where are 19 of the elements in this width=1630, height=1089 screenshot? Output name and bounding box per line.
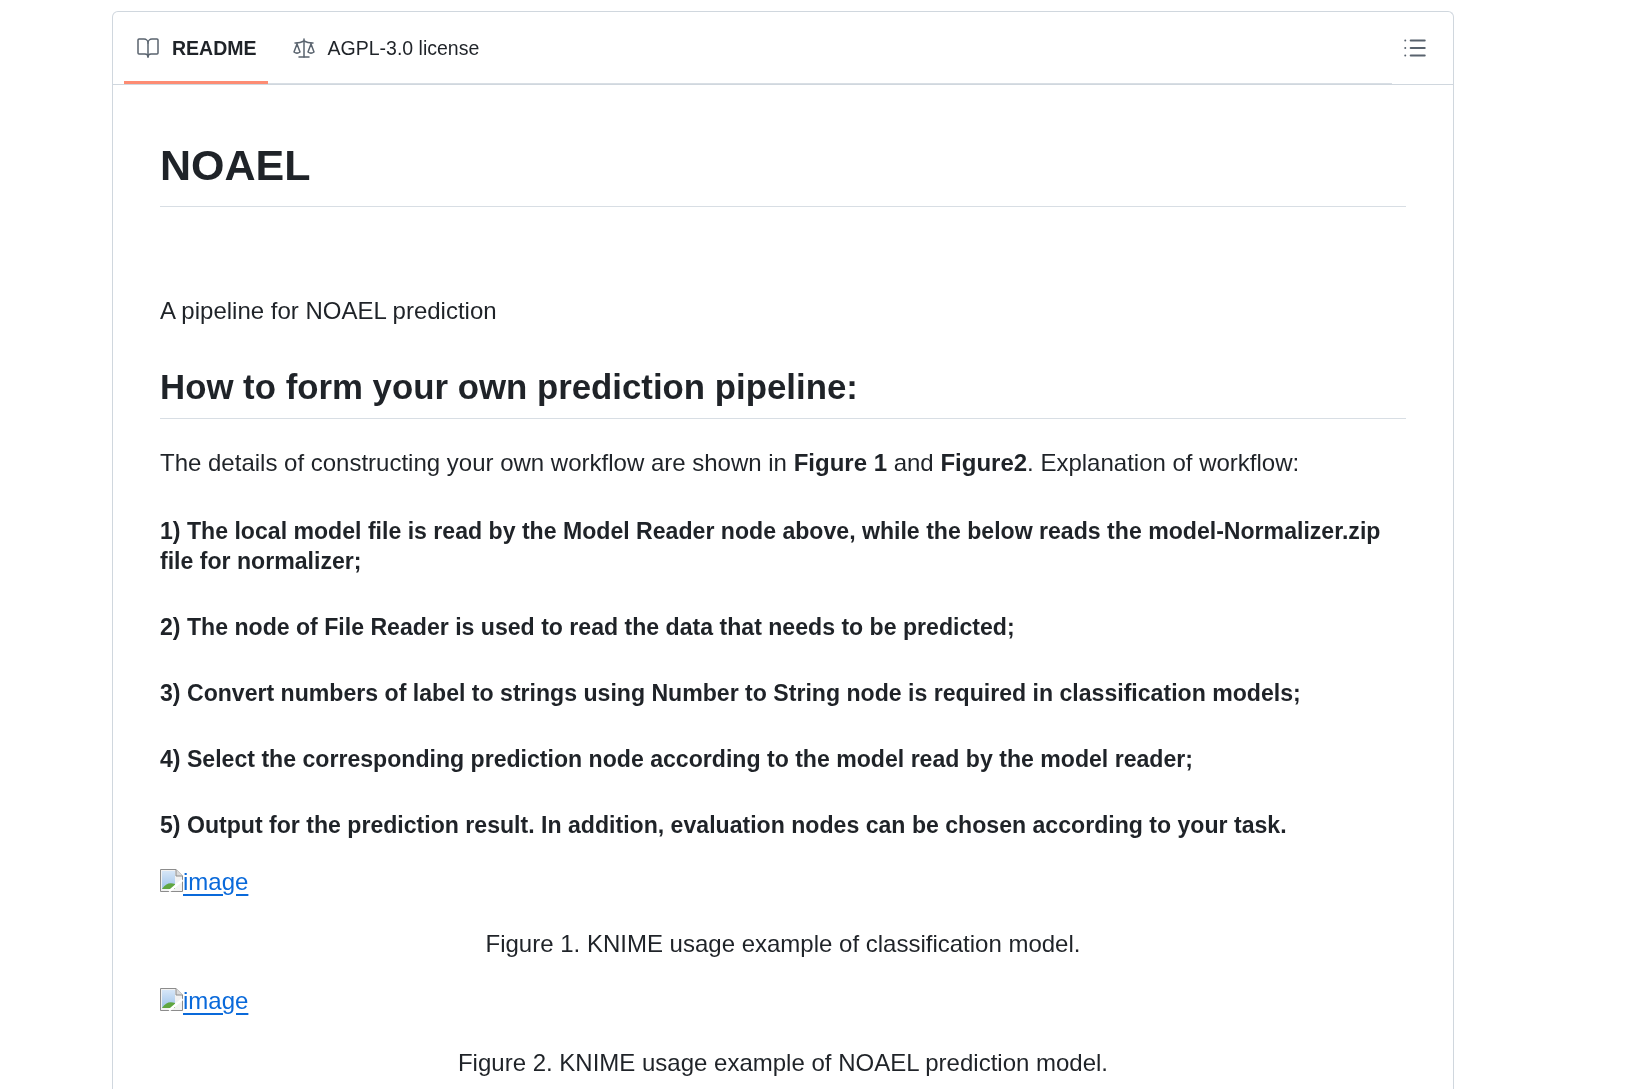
step-text: 1) The local model file is read by the Model Reader node above, while the below reads the model-Normalizer.zip file for normalizer; [160,517,1382,576]
figure-caption: Figure 2. KNIME usage example of NOAEL prediction model. [456,1048,1110,1078]
broken-image-icon [160,869,183,892]
step-text: 3) Convert numbers of label to strings using Number to String node is required in classification models; [160,679,1302,708]
figure-caption: Figure 1. KNIME usage example of classification model. [484,929,1082,959]
broken-image-icon [160,988,183,1011]
tab[interactable]: AGPL-3.0 license [279,12,491,84]
intro-text: A pipeline for NOAEL prediction [160,296,498,326]
book-icon [136,36,160,60]
image-link[interactable]: image [160,986,249,1016]
tab[interactable]: README [124,12,268,84]
section-heading: How to form your own prediction pipeline: [160,366,1406,419]
step-text: 4) Select the corresponding prediction node according to the model read by the model reader; [160,745,1194,774]
lead-paragraph: The details of constructing your own workflow are shown in Figure 1 and Figure2. Explanation of workflow: [160,448,1301,478]
step-text: 2) The node of File Reader is used to read the data that needs to be predicted; [160,613,1016,642]
readme-title: NOAEL [160,138,1406,207]
step-text: 5) Output for the prediction result. In addition, evaluation nodes can be chosen according to your task. [160,811,1288,840]
scale-icon [291,36,316,60]
image-link[interactable]: image [160,867,249,897]
